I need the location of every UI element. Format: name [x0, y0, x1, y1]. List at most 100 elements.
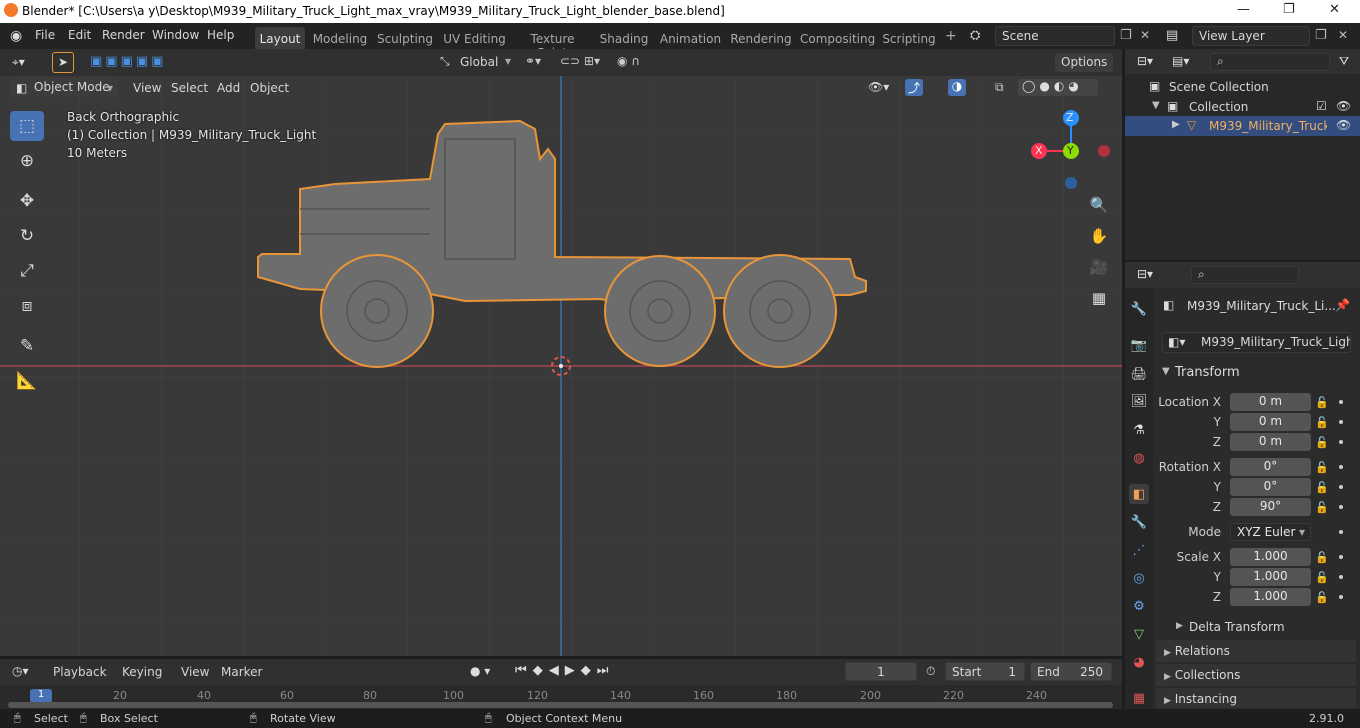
collections-panel[interactable]: ▶ Collections	[1156, 664, 1356, 686]
new-scene-icon[interactable]: ❐	[1120, 28, 1132, 43]
eye-icon[interactable]: 👁	[1336, 99, 1351, 113]
keyframe-dot-icon[interactable]	[1339, 575, 1343, 579]
camera-icon[interactable]: 🎥	[1087, 255, 1111, 279]
keyframe-dot-icon[interactable]	[1339, 420, 1343, 424]
tab-shading[interactable]: Shading	[598, 27, 650, 49]
gizmo-y-label[interactable]: Y	[1067, 144, 1074, 157]
end-frame-field[interactable]: End 250	[1030, 662, 1112, 681]
view-layer-field[interactable]: View Layer	[1192, 26, 1310, 46]
timeline-scrollbar[interactable]	[8, 702, 1113, 708]
data-tab-icon[interactable]: ▽	[1129, 624, 1149, 644]
keyframe-dot-icon[interactable]	[1339, 505, 1343, 509]
display-mode-icon[interactable]: ▤▾	[1172, 54, 1189, 68]
xray-icon[interactable]: ⧉	[995, 80, 1004, 95]
rotate-tool-icon[interactable]: ↻	[10, 221, 44, 251]
options-dropdown[interactable]: Options	[1055, 53, 1114, 72]
tab-modeling[interactable]: Modeling	[310, 27, 370, 49]
scale-tool-icon[interactable]: ⤢	[10, 256, 44, 286]
zoom-icon[interactable]: 🔍	[1087, 193, 1111, 217]
menu-render[interactable]: Render	[102, 28, 145, 42]
rotation-z-field[interactable]: 90°	[1230, 498, 1311, 516]
eye-icon[interactable]: 👁	[1336, 118, 1351, 132]
keyframe-dot-icon[interactable]	[1339, 595, 1343, 599]
outliner-row-collection[interactable]: ▼ ▣ Collection ☑ 👁	[1125, 97, 1360, 117]
expand-chevron-icon[interactable]: ▼	[1152, 100, 1160, 111]
gizmo-toggle-icon[interactable]: ⤴	[905, 79, 923, 96]
delete-view-layer-icon[interactable]: ✕	[1338, 28, 1348, 42]
rotation-x-field[interactable]: 0°	[1230, 458, 1311, 476]
overlay-toggle-icon[interactable]: ◑	[948, 79, 966, 96]
annotate-tool-icon[interactable]: ✎	[10, 331, 44, 361]
location-y-field[interactable]: 0 m	[1230, 413, 1311, 431]
instancing-panel[interactable]: ▶ Instancing	[1156, 688, 1356, 708]
add-workspace-icon[interactable]: +	[945, 28, 957, 44]
menu-edit[interactable]: Edit	[68, 28, 91, 42]
rotation-y-field[interactable]: 0°	[1230, 478, 1311, 496]
pin-icon[interactable]: 📌	[1335, 298, 1350, 312]
tab-texture-paint[interactable]: Texture Paint	[515, 27, 590, 60]
lock-icon[interactable]: 🔓	[1315, 551, 1329, 564]
object-tab-icon[interactable]: ◧	[1129, 484, 1149, 504]
lock-icon[interactable]: 🔓	[1315, 396, 1329, 409]
marker-menu[interactable]: Marker	[221, 665, 262, 679]
tab-animation[interactable]: Animation	[658, 27, 723, 49]
menu-add[interactable]: Add	[217, 81, 240, 95]
gizmo-x-label[interactable]: X	[1035, 144, 1043, 157]
outliner-row-scene-collection[interactable]: ▣ Scene Collection	[1125, 77, 1360, 97]
keyframe-dot-icon[interactable]	[1339, 530, 1343, 534]
material-tab-icon[interactable]: ◕	[1129, 652, 1149, 672]
maximize-button[interactable]: ❐	[1283, 2, 1295, 17]
lock-icon[interactable]: 🔓	[1315, 481, 1329, 494]
keyframe-dot-icon[interactable]	[1339, 400, 1343, 404]
lock-icon[interactable]: 🔓	[1315, 591, 1329, 604]
menu-select[interactable]: Select	[171, 81, 208, 95]
filter-icon[interactable]: ⛛	[1339, 54, 1349, 69]
checkbox-icon[interactable]: ☑	[1316, 99, 1327, 113]
properties-editor-icon[interactable]: ⊟▾	[1137, 267, 1153, 281]
tab-scripting[interactable]: Scripting	[880, 27, 938, 49]
view-layer-tab-icon[interactable]: 🖼	[1129, 391, 1149, 411]
tab-uv-editing[interactable]: UV Editing	[442, 27, 507, 49]
location-x-field[interactable]: 0 m	[1230, 393, 1311, 411]
measure-tool-icon[interactable]: 📐	[10, 366, 44, 396]
keying-menu[interactable]: Keying	[122, 665, 162, 679]
menu-object[interactable]: Object	[250, 81, 289, 95]
outliner-search-input[interactable]: ⌕	[1210, 53, 1330, 71]
menu-window[interactable]: Window	[152, 28, 199, 42]
texture-tab-icon[interactable]: ▦	[1129, 688, 1149, 708]
physics-tab-icon[interactable]: ◎	[1129, 568, 1149, 588]
timeline-editor-icon[interactable]: ◷▾	[12, 664, 29, 678]
scene-field[interactable]: Scene	[995, 26, 1115, 46]
object-name-field[interactable]: M939_Military_Truck_Light	[1162, 332, 1351, 353]
transform-orientation-dropdown[interactable]: Global	[460, 55, 498, 69]
select-box-tool-icon[interactable]: ⬚	[10, 111, 44, 141]
blender-menu-icon[interactable]: ◉	[10, 28, 22, 44]
particles-tab-icon[interactable]: ⋰	[1129, 540, 1149, 560]
delete-scene-icon[interactable]: ✕	[1140, 28, 1150, 42]
lock-icon[interactable]: 🔓	[1315, 436, 1329, 449]
scene-icon[interactable]: ⛭	[970, 28, 980, 43]
outliner-editor-icon[interactable]: ⊟▾	[1137, 54, 1153, 68]
snap-icon[interactable]: ⊂⊃ ⊞▾	[560, 54, 600, 68]
view-layer-icon[interactable]: ▤	[1166, 28, 1178, 43]
tab-compositing[interactable]: Compositing	[800, 27, 875, 49]
render-tab-icon[interactable]: 📷	[1129, 335, 1149, 355]
keyframe-dot-icon[interactable]	[1339, 485, 1343, 489]
keyframe-dot-icon[interactable]	[1339, 555, 1343, 559]
scale-z-field[interactable]: 1.000	[1230, 588, 1311, 606]
current-frame-field[interactable]: 1	[845, 662, 917, 681]
tool-tab-icon[interactable]: 🔧	[1129, 299, 1149, 319]
lock-icon[interactable]: 🔓	[1315, 461, 1329, 474]
lock-icon[interactable]: 🔓	[1315, 416, 1329, 429]
relations-panel[interactable]: ▶ Relations	[1156, 640, 1356, 662]
scale-x-field[interactable]: 1.000	[1230, 548, 1311, 566]
outliner-row-truck[interactable]: ▶ ▽ M939_Military_Truck 👁	[1125, 116, 1360, 136]
visibility-icon[interactable]: 👁▾	[868, 80, 889, 94]
tab-sculpting[interactable]: Sculpting	[375, 27, 435, 49]
gizmo-z-label[interactable]: Z	[1066, 111, 1074, 124]
minimize-button[interactable]: —	[1237, 2, 1250, 17]
output-tab-icon[interactable]: 🖨	[1129, 364, 1149, 384]
expand-arrow-icon[interactable]: ▶	[1172, 119, 1180, 130]
stopwatch-icon[interactable]: ⏱	[926, 664, 935, 679]
world-tab-icon[interactable]: ◍	[1129, 448, 1149, 468]
